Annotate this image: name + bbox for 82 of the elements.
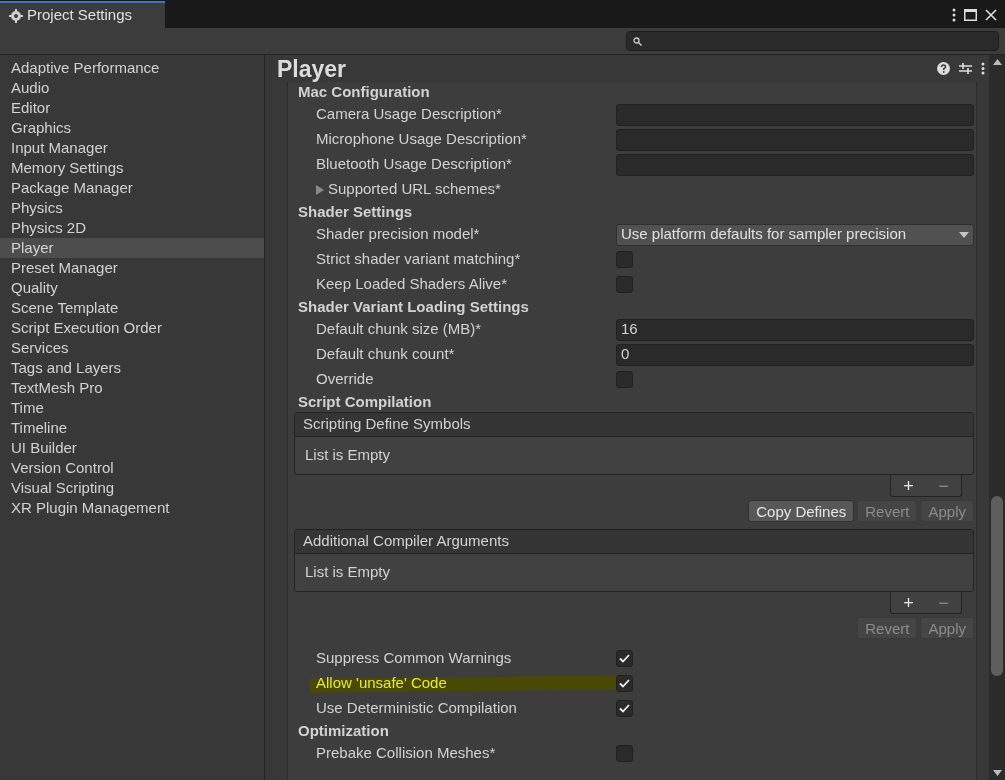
checkmark-icon (619, 654, 630, 663)
checkbox[interactable] (616, 650, 633, 667)
setting-label: Allow 'unsafe' Code (315, 673, 448, 694)
sidebar-item[interactable]: Physics 2D (0, 218, 264, 238)
sidebar-item[interactable]: Graphics (0, 118, 264, 138)
add-button[interactable]: + (903, 593, 914, 612)
sidebar-item[interactable]: Editor (0, 98, 264, 118)
add-button[interactable]: + (903, 476, 914, 495)
section-heading: Mac Configuration (297, 82, 431, 102)
checkmark-icon (619, 679, 630, 688)
sidebar-item[interactable]: Script Execution Order (0, 318, 264, 338)
text-field[interactable] (616, 153, 974, 176)
sidebar-item[interactable]: Services (0, 338, 264, 358)
list-header: Additional Compiler Arguments (295, 530, 973, 554)
sidebar-item[interactable]: Time (0, 398, 264, 418)
sliders-icon[interactable] (959, 62, 972, 75)
setting-label: Default chunk count* (315, 344, 456, 365)
sidebar-item[interactable]: Physics (0, 198, 264, 218)
search-icon (633, 36, 642, 46)
setting-label: Bluetooth Usage Description* (315, 154, 513, 175)
list-header: Scripting Define Symbols (295, 413, 973, 437)
window-title: Project Settings (27, 5, 133, 26)
foldout[interactable]: Supported URL schemes* (294, 177, 974, 202)
section-heading: Script Compilation (297, 392, 433, 412)
section-heading: Shader Variant Loading Settings (297, 297, 530, 317)
sidebar-item[interactable]: Audio (0, 78, 264, 98)
setting-label: Camera Usage Description* (315, 104, 503, 125)
expand-arrow-icon (316, 184, 324, 195)
setting-label: Override (315, 369, 375, 390)
sidebar-item[interactable]: TextMesh Pro (0, 378, 264, 398)
setting-label: Prebake Collision Meshes* (315, 743, 497, 764)
sidebar-item[interactable]: Version Control (0, 458, 264, 478)
checkbox[interactable] (616, 700, 633, 717)
gear-icon (9, 8, 23, 23)
empty-list-text: List is Empty (304, 562, 392, 583)
section-heading: Optimization (297, 721, 390, 741)
action-button[interactable]: Copy Defines (748, 500, 855, 522)
scroll-up-icon[interactable] (992, 59, 1002, 65)
setting-label: Suppress Common Warnings (315, 648, 513, 669)
sidebar-item[interactable]: XR Plugin Management (0, 498, 264, 518)
sidebar-item[interactable]: Adaptive Performance (0, 58, 264, 78)
sidebar-item[interactable]: Player (0, 238, 264, 258)
more-icon[interactable] (981, 62, 985, 75)
checkbox[interactable] (616, 371, 633, 388)
text-field[interactable]: 16 (616, 318, 974, 341)
sidebar-item[interactable]: Scene Template (0, 298, 264, 318)
setting-label: Default chunk size (MB)* (315, 319, 483, 340)
checkbox[interactable] (616, 276, 633, 293)
window-tab[interactable]: Project Settings (0, 1, 165, 28)
maximize-icon[interactable] (964, 8, 977, 21)
sidebar-item[interactable]: Input Manager (0, 138, 264, 158)
checkmark-icon (619, 704, 630, 713)
sidebar-item[interactable]: UI Builder (0, 438, 264, 458)
text-field[interactable]: 0 (616, 343, 974, 366)
setting-label: Shader precision model* (315, 224, 481, 245)
scrollbar-thumb[interactable] (991, 496, 1003, 676)
text-field[interactable] (616, 128, 974, 151)
sidebar-item[interactable]: Timeline (0, 418, 264, 438)
setting-label: Microphone Usage Description* (315, 129, 528, 150)
setting-label: Strict shader variant matching* (315, 249, 522, 270)
help-icon[interactable] (937, 62, 950, 75)
sidebar-item[interactable]: Visual Scripting (0, 478, 264, 498)
text-field[interactable] (616, 103, 974, 126)
sidebar-item[interactable]: Memory Settings (0, 158, 264, 178)
more-icon[interactable] (952, 7, 956, 22)
dropdown[interactable]: Use platform defaults for sampler precision (616, 223, 974, 246)
scroll-down-icon[interactable] (992, 770, 1002, 776)
checkbox[interactable] (616, 745, 633, 762)
sidebar-item[interactable]: Quality (0, 278, 264, 298)
setting-label: Keep Loaded Shaders Alive* (315, 274, 508, 295)
search-field[interactable] (626, 31, 999, 51)
page-title: Player (277, 56, 347, 81)
empty-list-text: List is Empty (304, 445, 392, 466)
sidebar-item[interactable]: Tags and Layers (0, 358, 264, 378)
section-heading: Shader Settings (297, 202, 414, 222)
checkbox[interactable] (616, 251, 633, 268)
close-icon[interactable] (985, 8, 997, 21)
caret-icon (959, 231, 969, 238)
checkbox[interactable] (616, 675, 633, 692)
setting-label: Use Deterministic Compilation (315, 698, 518, 719)
sidebar-item[interactable]: Package Manager (0, 178, 264, 198)
sidebar-item[interactable]: Preset Manager (0, 258, 264, 278)
